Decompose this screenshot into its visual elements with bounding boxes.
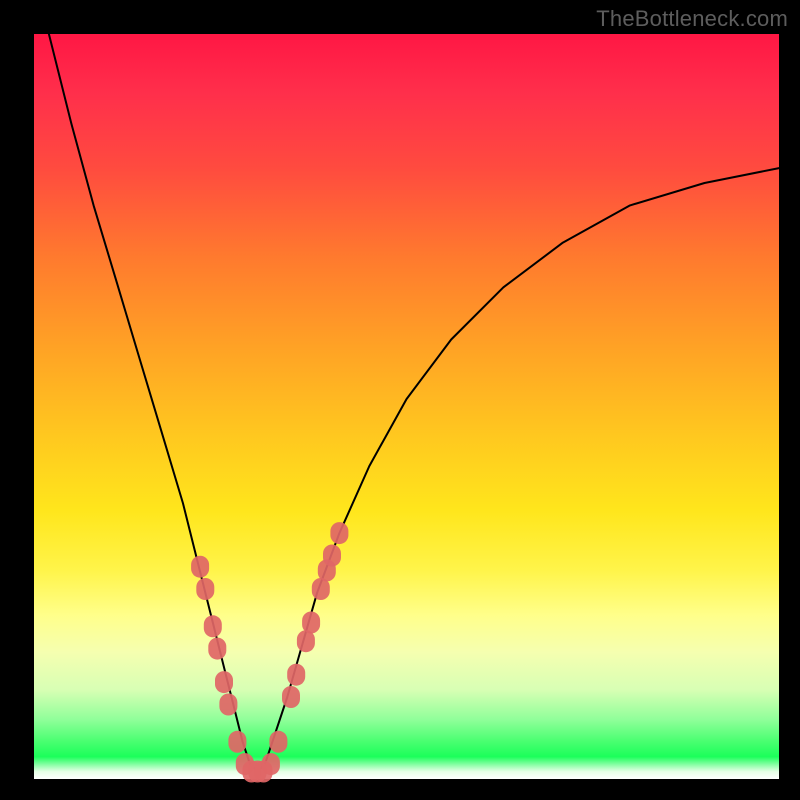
marker-dot xyxy=(196,578,214,600)
marker-dot xyxy=(262,753,280,775)
marker-dot xyxy=(228,731,246,753)
marker-dot xyxy=(191,556,209,578)
bottleneck-curve xyxy=(34,34,779,779)
plot-area xyxy=(34,34,779,779)
marker-dot xyxy=(330,522,348,544)
marker-dot xyxy=(269,731,287,753)
marker-dot xyxy=(302,612,320,634)
marker-dot xyxy=(204,615,222,637)
marker-dot xyxy=(287,664,305,686)
watermark-text: TheBottleneck.com xyxy=(596,6,788,32)
marker-dot xyxy=(297,630,315,652)
marker-dot xyxy=(282,686,300,708)
marker-dot xyxy=(323,545,341,567)
curve-path xyxy=(49,34,779,772)
marker-dot xyxy=(215,671,233,693)
marker-dot xyxy=(208,638,226,660)
marker-dot xyxy=(219,694,237,716)
chart-frame: TheBottleneck.com xyxy=(0,0,800,800)
